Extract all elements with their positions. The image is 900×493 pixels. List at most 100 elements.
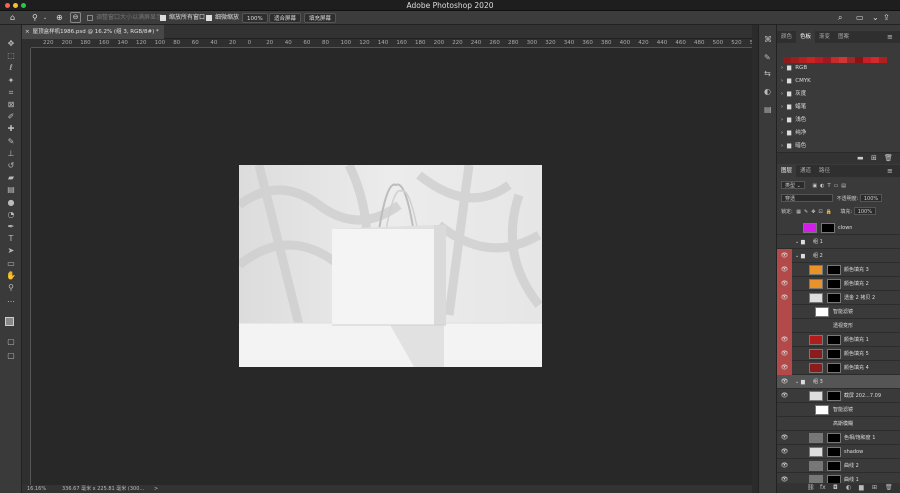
swatch-folder[interactable]: › ▆ 浅色 [781, 115, 896, 126]
layer-row[interactable]: 👁 颜色填充 2 [777, 277, 900, 291]
layer-row[interactable]: clown [777, 221, 900, 235]
fill-field[interactable]: 100% [853, 207, 876, 215]
document-image[interactable] [239, 165, 542, 367]
history-brush-icon[interactable]: ↺ [5, 161, 17, 171]
visibility-eye-icon[interactable]: 👁 [777, 459, 792, 473]
pen-icon[interactable]: ✒ [5, 222, 17, 232]
layer-row[interactable]: 👁 ⌄ ▆ 组 2 [777, 249, 900, 263]
path-select-icon[interactable]: ➤ [5, 246, 17, 256]
visibility-eye-icon[interactable]: 👁 [777, 375, 792, 389]
layer-mask-thumbnail[interactable] [827, 461, 841, 471]
visibility-eye-icon[interactable]: 👁 [777, 277, 792, 291]
layer-thumbnail[interactable] [809, 363, 823, 373]
visibility-eye-icon[interactable]: 👁 [777, 361, 792, 375]
swatches-tab[interactable]: 颜色 [777, 31, 796, 43]
layers-tab[interactable]: 图层 [777, 165, 797, 177]
search-icon[interactable]: ⌕ [838, 13, 842, 23]
visibility-eye-icon[interactable]: 👁 [777, 473, 792, 483]
layer-row[interactable]: ⌄ ▆ 组 1 [777, 235, 900, 249]
swatch-folder[interactable]: › ▆ 蜡笔 [781, 102, 896, 113]
type-icon[interactable]: T [5, 234, 17, 244]
chevron-right-icon[interactable]: › [781, 130, 783, 136]
swatch-folder[interactable]: › ▆ 暗色 [781, 141, 896, 152]
zoom-tool-icon[interactable]: ⚲ [32, 13, 38, 23]
dodge-icon[interactable]: ◔ [5, 210, 17, 220]
chevron-right-icon[interactable]: › [781, 143, 783, 149]
close-tab-icon[interactable]: × [25, 29, 30, 35]
chevron-right-icon[interactable]: › [781, 117, 783, 123]
blend-mode-select[interactable]: 穿透 [781, 194, 833, 202]
swatches-tab[interactable]: 色板 [796, 31, 816, 43]
layer-row[interactable]: 👁 shadow [777, 445, 900, 459]
chevron-right-icon[interactable]: › [781, 91, 783, 97]
screen-mode-icon[interactable]: ▢ [5, 351, 17, 361]
swatches-tab[interactable]: 图案 [834, 31, 853, 43]
filter-mask-thumbnail[interactable] [815, 405, 829, 415]
visibility-eye-icon[interactable]: 👁 [777, 291, 792, 305]
magic-wand-icon[interactable]: ✦ [5, 76, 17, 86]
layer-mask-thumbnail[interactable] [827, 363, 841, 373]
layer-kind-select[interactable]: 类型 ⌄ [781, 181, 805, 189]
lock-icons[interactable]: ▦✎✥⊡🔒 [796, 209, 835, 215]
document-tab[interactable]: × 屋顶盒样机1986.psd @ 16.2% (组 3, RGB/8#) * [22, 25, 164, 39]
layer-thumbnail[interactable] [803, 223, 817, 233]
blur-icon[interactable]: ● [5, 198, 17, 208]
quick-mask-icon[interactable]: ▢ [5, 337, 17, 347]
layer-thumbnail[interactable] [809, 265, 823, 275]
zoom-icon[interactable]: ⚲ [5, 283, 17, 293]
adjustments-icon[interactable]: ⇆ [764, 69, 771, 78]
move-icon[interactable]: ✥ [5, 39, 17, 49]
layer-mask-thumbnail[interactable] [827, 293, 841, 303]
layer-thumbnail[interactable] [809, 391, 823, 401]
visibility-eye-icon[interactable]: 👁 [777, 263, 792, 277]
fill-screen-button[interactable]: 填充屏幕 [304, 13, 337, 23]
share-icon[interactable]: ⇪ [883, 13, 890, 23]
layer-mask-thumbnail[interactable] [827, 265, 841, 275]
layer-mask-thumbnail[interactable] [827, 349, 841, 359]
filter-mask-thumbnail[interactable] [815, 307, 829, 317]
new-swatch-icon[interactable]: ⊞ [871, 154, 877, 162]
layer-thumbnail[interactable] [809, 349, 823, 359]
layer-mask-thumbnail[interactable] [827, 475, 841, 483]
visibility-eye-icon[interactable] [777, 305, 792, 319]
layer-row[interactable]: 👁 曲线 2 [777, 459, 900, 473]
chevron-down-icon[interactable]: ⌄ [43, 13, 47, 23]
trash-icon[interactable]: 🗑 [885, 483, 893, 493]
visibility-eye-icon[interactable] [777, 221, 792, 235]
layer-mask-thumbnail[interactable] [827, 433, 841, 443]
layer-thumbnail[interactable] [809, 461, 823, 471]
visibility-eye-icon[interactable]: 👁 [777, 431, 792, 445]
stamp-icon[interactable]: ⊥ [5, 149, 17, 159]
layer-row[interactable]: 智能滤镜 [777, 403, 900, 417]
visibility-eye-icon[interactable] [777, 235, 792, 249]
eyedropper-icon[interactable]: ✐ [5, 112, 17, 122]
layer-mask-thumbnail[interactable] [821, 223, 835, 233]
layer-mask-thumbnail[interactable] [827, 447, 841, 457]
link-icon[interactable]: ⛓ [807, 483, 815, 493]
gradient-icon[interactable]: ▤ [5, 185, 17, 195]
layer-mask-thumbnail[interactable] [827, 391, 841, 401]
layer-thumbnail[interactable] [809, 433, 823, 443]
history-icon[interactable]: ⌘ [764, 35, 772, 44]
eraser-icon[interactable]: ▰ [5, 173, 17, 183]
visibility-eye-icon[interactable]: 👁 [777, 445, 792, 459]
home-icon[interactable]: ⌂ [10, 13, 15, 23]
layer-row[interactable]: 👁 截屏 202...7.09 [777, 389, 900, 403]
chevron-right-icon[interactable]: › [781, 65, 783, 71]
shape-icon[interactable]: ▭ [5, 259, 17, 269]
chevron-right-icon[interactable]: › [781, 104, 783, 110]
foreground-color-swatch[interactable] [5, 317, 14, 326]
mask-icon[interactable]: ◘ [833, 483, 838, 493]
layer-row[interactable]: 👁 颜色填充 1 [777, 333, 900, 347]
vertical-ruler[interactable] [22, 48, 31, 485]
layer-row[interactable]: 👁 颜色填充 3 [777, 263, 900, 277]
group-chevron-icon[interactable]: ⌄ [795, 375, 799, 389]
layer-thumbnail[interactable] [809, 293, 823, 303]
swatch-folder[interactable]: › ▆ RGB [781, 63, 896, 74]
opacity-field[interactable]: 100% [859, 194, 883, 202]
zoom-all-windows-checkbox[interactable]: 缩放所有窗口 [160, 13, 205, 23]
layer-row[interactable]: 👁 曲线 1 [777, 473, 900, 483]
crop-icon[interactable]: ⌗ [5, 88, 17, 98]
layer-row[interactable]: 👁 透金 2 拷贝 2 [777, 291, 900, 305]
adjust-icon[interactable]: ◐ [846, 483, 851, 493]
